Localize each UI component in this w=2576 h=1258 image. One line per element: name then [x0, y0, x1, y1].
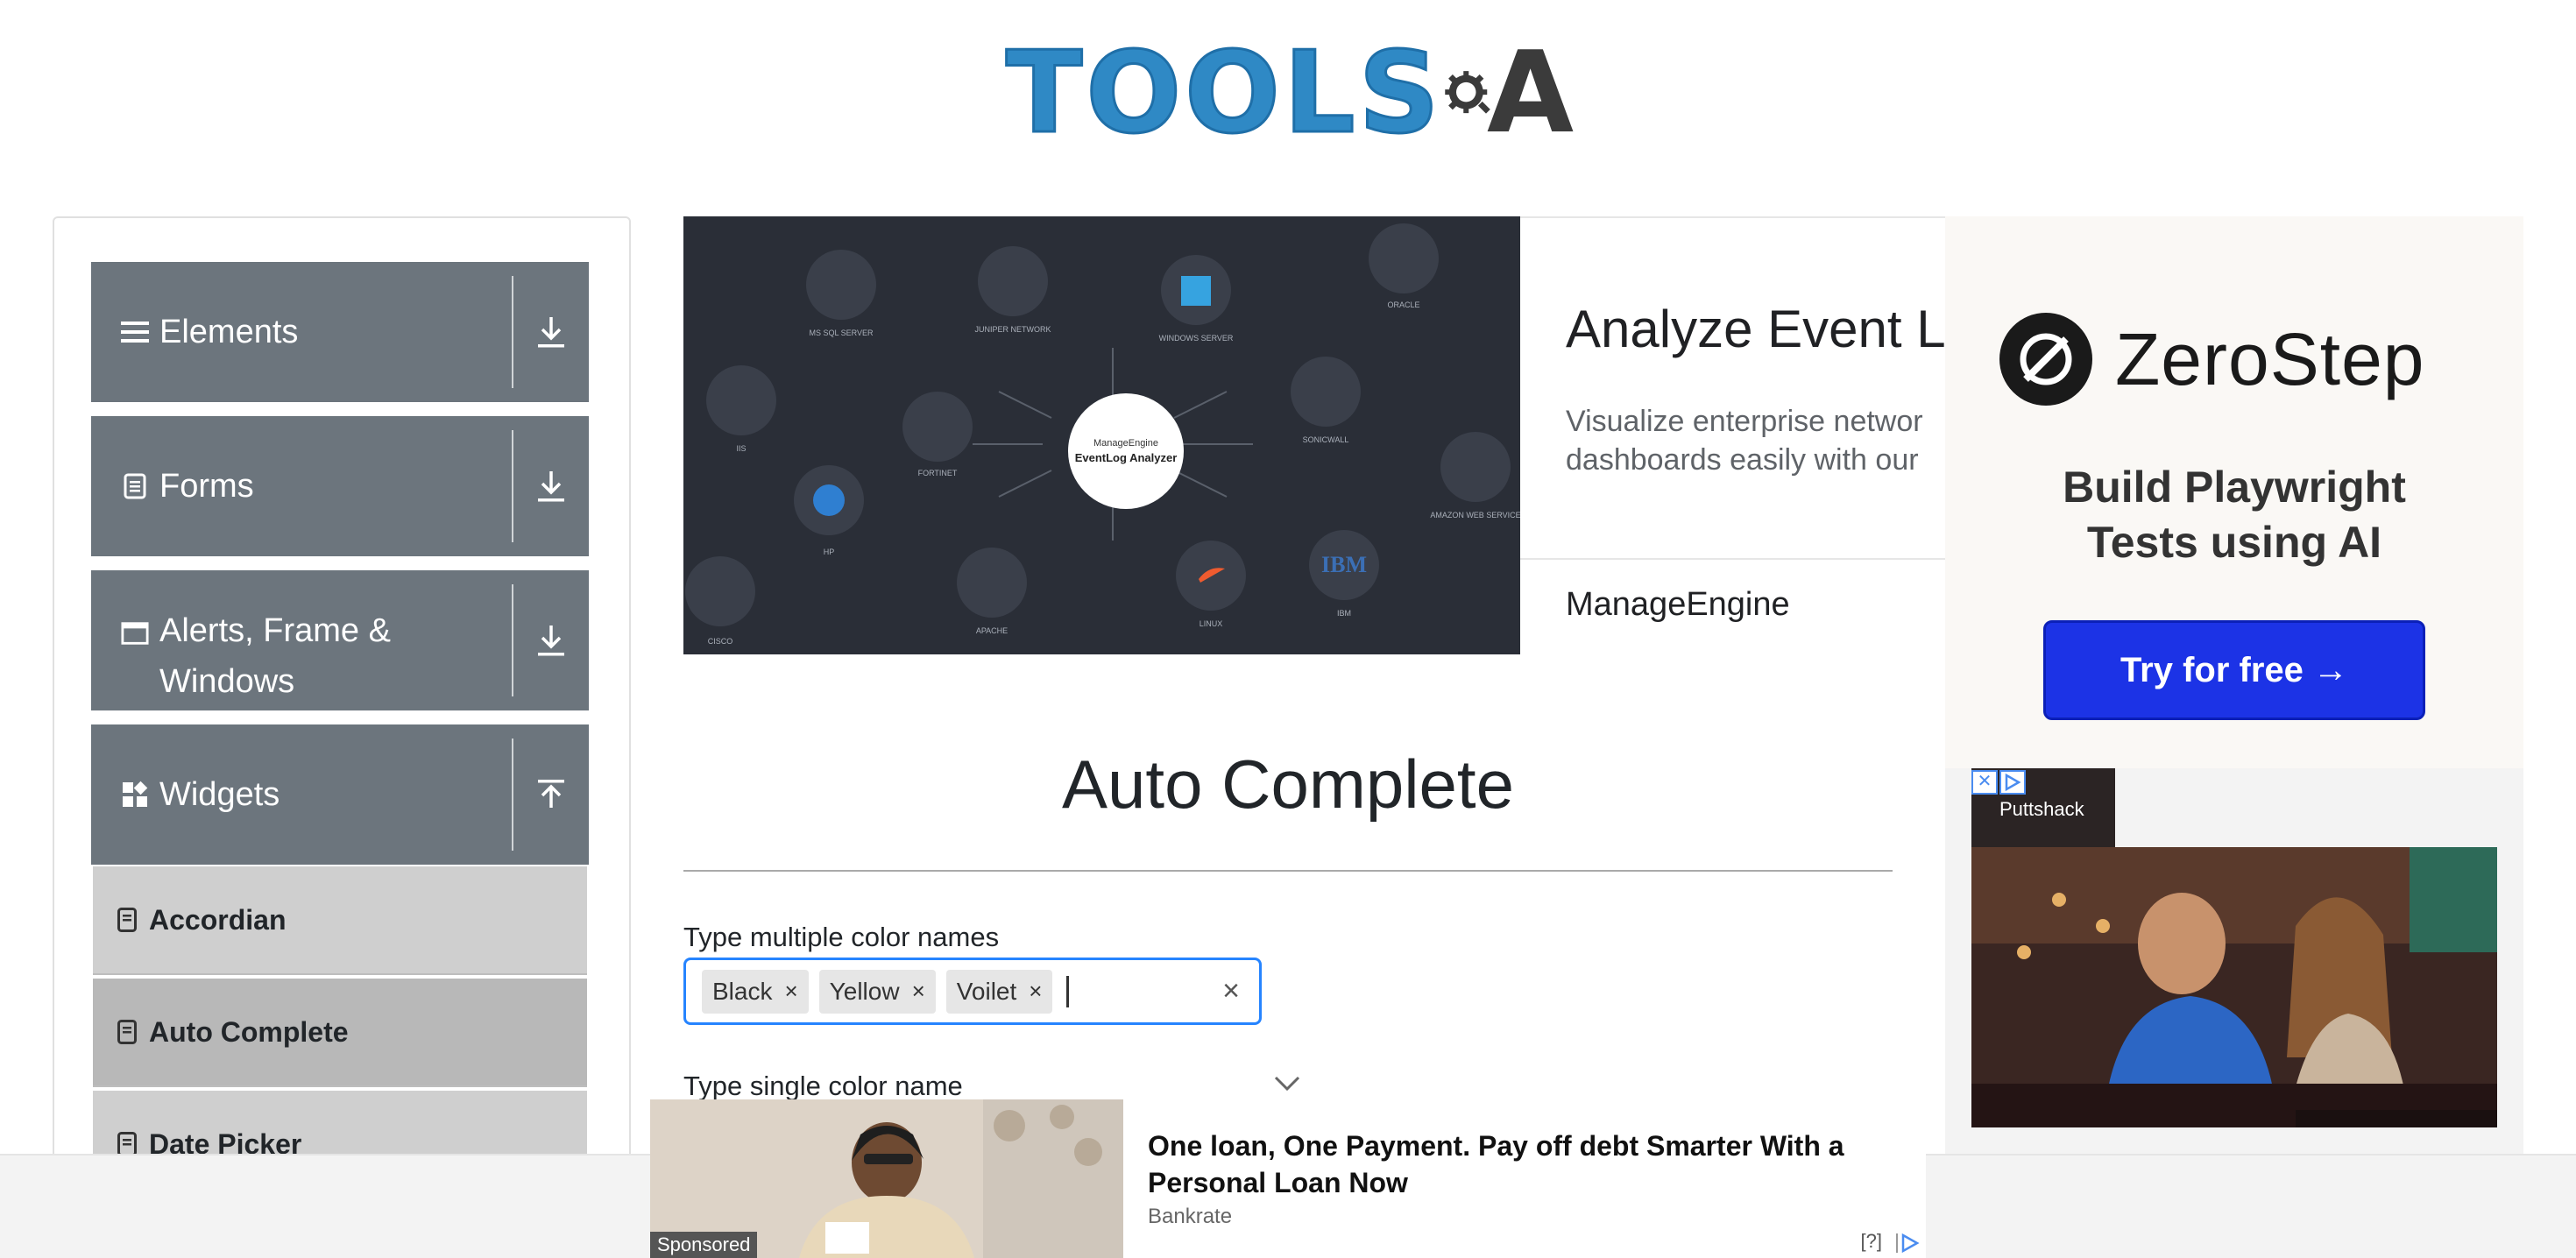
- zerostep-headline: Build Playwright Tests using AI: [2063, 463, 2406, 567]
- node-label: ORACLE: [1387, 300, 1419, 309]
- adchoices-icon[interactable]: [1999, 770, 2026, 795]
- adchoices-icon[interactable]: [1894, 1232, 1921, 1254]
- banner-ad-image[interactable]: ManageEngine EventLog Analyzer MS SQL SE…: [683, 216, 1521, 654]
- sidebar-group-label: Widgets: [159, 776, 280, 813]
- color-chip: Yellow ×: [818, 969, 936, 1014]
- hamburger-icon: [121, 320, 149, 344]
- close-ad-icon[interactable]: ✕: [1971, 770, 1998, 795]
- sidebar-item-auto-complete[interactable]: Auto Complete: [93, 979, 587, 1087]
- window-icon: [121, 621, 149, 646]
- download-icon[interactable]: [513, 470, 589, 503]
- chevron-down-icon[interactable]: [1272, 1074, 1302, 1093]
- chip-remove-icon[interactable]: ×: [1023, 978, 1052, 1005]
- chip-label: Black: [712, 977, 773, 1005]
- chip-label: Voilet: [956, 977, 1017, 1005]
- node-label: JUNIPER NETWORK: [974, 325, 1051, 334]
- network-diagram: ManageEngine EventLog Analyzer MS SQL SE…: [685, 223, 1521, 646]
- node-label: LINUX: [1200, 619, 1223, 628]
- sidebar-group-label: Elements: [159, 314, 299, 350]
- try-for-free-button[interactable]: Try for free →: [2043, 620, 2425, 720]
- ibm-logo-icon: IBM: [1321, 552, 1367, 577]
- single-color-label: Type single color name: [683, 1071, 963, 1101]
- clear-all-icon[interactable]: ×: [1222, 974, 1240, 1008]
- node-label: APACHE: [976, 626, 1008, 635]
- banner-ad[interactable]: ManageEngine EventLog Analyzer MS SQL SE…: [683, 216, 1945, 654]
- page-title: Auto Complete: [1062, 746, 1514, 823]
- upload-icon[interactable]: [513, 778, 589, 811]
- banner-ad-info[interactable]: Analyze Event Lo Visualize enterprise ne…: [1520, 216, 1945, 654]
- zerostep-logo: ZeroStep: [1999, 313, 2425, 406]
- gear-magnifier-icon: [1444, 71, 1490, 114]
- sidebar-group-alerts-frame-windows[interactable]: Alerts, Frame & Windows: [91, 570, 589, 710]
- windows-logo-icon: [1181, 276, 1211, 306]
- item-icon: [117, 1020, 137, 1044]
- chip-remove-icon[interactable]: ×: [779, 978, 808, 1005]
- sidebar-group-widgets[interactable]: Widgets: [91, 724, 589, 865]
- sidebar: Elements Forms Alerts, Frame & Windows W…: [53, 216, 631, 1258]
- sidebar-item-label: Auto Complete: [149, 1015, 349, 1048]
- toolsqa-logo[interactable]: TOOLS A: [1005, 25, 1574, 163]
- node-label: IBM: [1337, 609, 1351, 618]
- node-label: HP: [824, 548, 835, 556]
- banner-ad-brand[interactable]: ManageEngine: [1566, 586, 1790, 624]
- node-label: AMAZON WEB SERVICE: [1430, 511, 1520, 519]
- right-ad[interactable]: ZeroStep Build Playwright Tests using AI…: [1945, 216, 2523, 1154]
- center-product: EventLog Analyzer: [1075, 451, 1178, 464]
- sidebar-group-label: Alerts, Frame & Windows: [159, 612, 391, 700]
- sidebar-group-forms[interactable]: Forms: [91, 416, 589, 556]
- item-icon: [117, 1132, 137, 1156]
- node-label: FORTINET: [918, 469, 958, 477]
- download-icon[interactable]: [513, 624, 589, 657]
- ad-help-link[interactable]: [?]: [1861, 1230, 1882, 1253]
- zerostep-logo-icon: [1999, 313, 2092, 406]
- sidebar-item-accordian[interactable]: Accordian: [93, 866, 587, 975]
- bottom-ad-source[interactable]: Bankrate: [1148, 1205, 1232, 1229]
- logo-text: TOOLS: [1005, 28, 1443, 159]
- logo-suffix: A: [1486, 28, 1574, 159]
- download-icon[interactable]: [513, 315, 589, 349]
- bottom-ad[interactable]: Sponsored One loan, One Payment. Pay off…: [650, 1099, 1926, 1258]
- document-icon: [121, 473, 149, 499]
- center-brand: ManageEngine: [1093, 438, 1158, 449]
- divider: [1520, 558, 1945, 560]
- text-cursor: [1066, 975, 1070, 1007]
- node-label: WINDOWS SERVER: [1159, 334, 1234, 343]
- sidebar-item-label: Accordian: [149, 903, 287, 936]
- node-label: SONICWALL: [1303, 435, 1349, 444]
- chip-label: Yellow: [829, 977, 900, 1005]
- sponsored-label: Sponsored: [650, 1232, 758, 1258]
- node-label: MS SQL SERVER: [809, 329, 874, 337]
- bottom-ad-image[interactable]: Sponsored: [650, 1099, 1123, 1258]
- divider: [683, 870, 1893, 872]
- multi-color-label: Type multiple color names: [683, 922, 1000, 952]
- item-icon: [117, 908, 137, 932]
- widgets-icon: [121, 781, 149, 809]
- chip-remove-icon[interactable]: ×: [907, 978, 936, 1005]
- node-label: IIS: [736, 444, 746, 453]
- zerostep-brand: ZeroStep: [2115, 317, 2425, 400]
- banner-ad-description: Visualize enterprise networ dashboards e…: [1566, 405, 1923, 477]
- multi-color-input[interactable]: Black × Yellow × Voilet × ×: [683, 958, 1262, 1025]
- node-label: CISCO: [708, 637, 733, 646]
- sidebar-group-elements[interactable]: Elements: [91, 262, 589, 402]
- banner-ad-title[interactable]: Analyze Event Lo: [1566, 299, 1945, 359]
- color-chip: Black ×: [702, 969, 809, 1014]
- zerostep-ad[interactable]: ZeroStep Build Playwright Tests using AI…: [1945, 216, 2523, 768]
- bottom-ad-headline[interactable]: One loan, One Payment. Pay off debt Smar…: [1148, 1127, 1901, 1201]
- hp-logo-icon: [813, 484, 845, 516]
- puttshack-brand: Puttshack: [1999, 798, 2084, 820]
- puttshack-ad-image[interactable]: [1971, 847, 2497, 1127]
- sidebar-group-label: Forms: [159, 468, 254, 505]
- color-chip: Voilet ×: [945, 969, 1053, 1014]
